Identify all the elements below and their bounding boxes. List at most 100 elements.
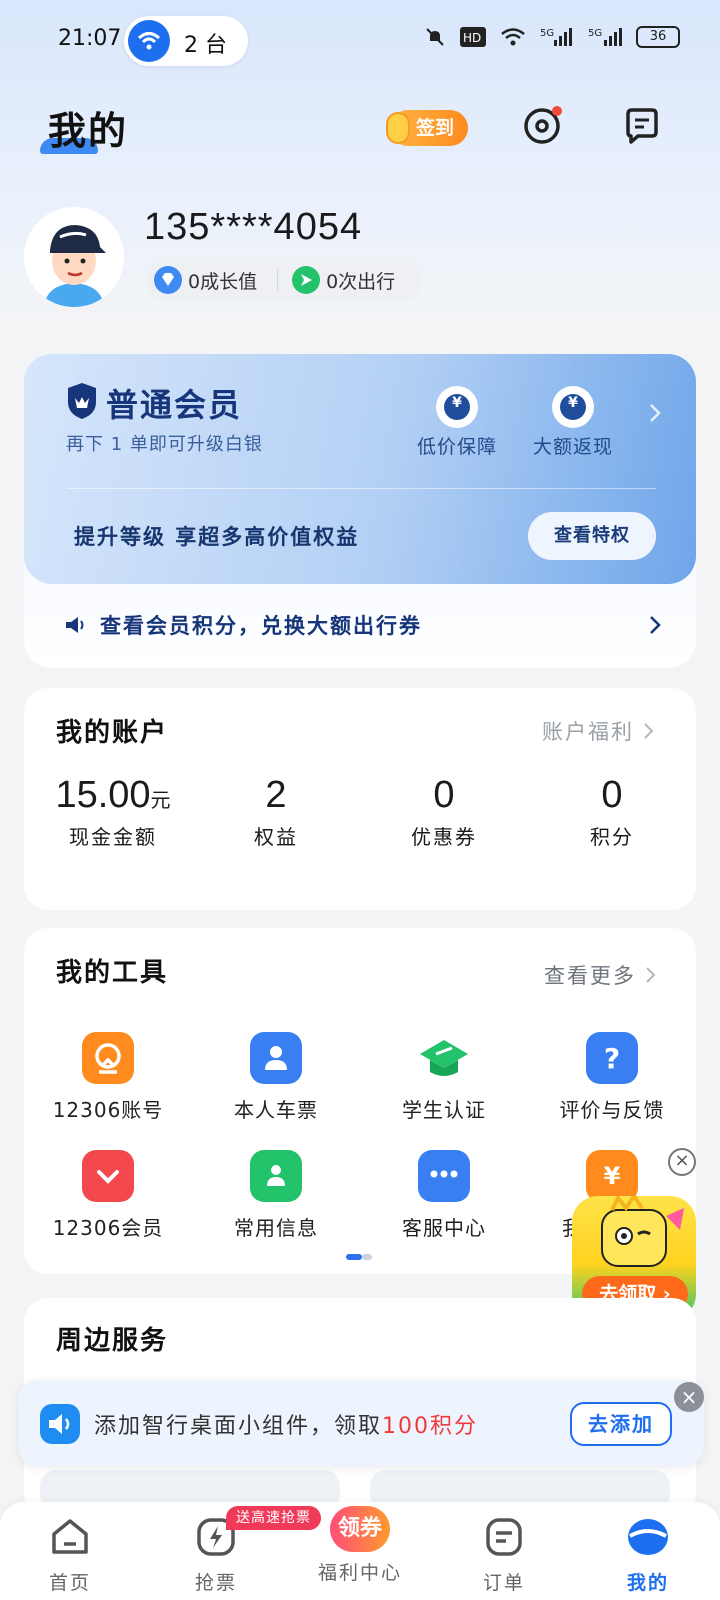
settings-icon[interactable]	[522, 106, 562, 150]
tool-label: 12306会员	[52, 1216, 164, 1240]
railway-logo-icon	[82, 1032, 134, 1084]
coupons-value: 0	[433, 774, 455, 816]
member-level: 普通会员	[106, 386, 243, 424]
rights-count[interactable]: 2 权益	[216, 774, 336, 850]
perk-low-price[interactable]: ¥ 低价保障	[402, 386, 512, 459]
profile-stats[interactable]: 0成长值 0次出行	[146, 258, 422, 302]
cash-value: 15.00	[55, 774, 151, 816]
nearby-title: 周边服务	[56, 1326, 169, 1356]
tool-label: 客服中心	[402, 1216, 486, 1240]
message-icon[interactable]	[622, 106, 662, 150]
member-points-link[interactable]: 查看会员积分，兑换大额出行券	[100, 610, 422, 640]
add-widget-button[interactable]: 去添加	[570, 1402, 672, 1446]
trip-icon	[292, 266, 321, 294]
close-icon[interactable]: ×	[668, 1148, 696, 1176]
tools-more-link[interactable]: 查看更多	[544, 960, 657, 990]
tool-label: 常用信息	[234, 1216, 318, 1240]
rights-value: 2	[265, 774, 287, 816]
perk-cashback[interactable]: ¥ 大额返现	[518, 386, 628, 459]
close-icon[interactable]: ×	[674, 1382, 704, 1412]
tab-orders[interactable]: 订单	[444, 1516, 564, 1595]
coupon-label: 领券	[337, 1516, 382, 1541]
tools-more-label: 查看更多	[544, 964, 636, 988]
member-shield-icon	[64, 382, 100, 424]
tab-label: 订单	[482, 1572, 525, 1594]
status-icons: HD 5G 5G 36	[424, 26, 680, 48]
member-upgrade-hint: 再下 1 单即可升级白银	[66, 434, 263, 455]
connected-devices-pill[interactable]: 2 台	[124, 16, 248, 66]
coupons-count[interactable]: 0 优惠券	[384, 774, 504, 850]
tool-label: 学生认证	[402, 1098, 486, 1122]
coupons-label: 优惠券	[411, 825, 477, 849]
tool-label: 12306账号	[52, 1098, 164, 1122]
tool-label: 评价与反馈	[559, 1098, 665, 1122]
widget-text-main: 添加智行桌面小组件，领取	[94, 1414, 383, 1439]
tool-my-tickets[interactable]: 本人车票	[206, 1032, 346, 1123]
pager-dot-active	[346, 1254, 362, 1260]
speaker-icon	[64, 614, 86, 636]
person-ticket-icon	[250, 1032, 302, 1084]
tab-home[interactable]: 首页	[10, 1516, 130, 1595]
points-value: 0	[601, 774, 623, 816]
cash-unit: 元	[150, 790, 171, 812]
points-count[interactable]: 0 积分	[552, 774, 672, 850]
cash-balance[interactable]: 15.00元 现金金额	[48, 774, 178, 850]
page-title: 我的	[48, 109, 129, 153]
chevron-right-icon	[643, 723, 654, 739]
points-label: 积分	[590, 825, 634, 849]
account-title: 我的账户	[56, 718, 169, 748]
battery-indicator: 36	[636, 26, 680, 48]
graduation-cap-icon	[418, 1032, 470, 1084]
yen-bag-icon: ¥	[586, 1150, 638, 1202]
user-phone: 135****4054	[144, 206, 363, 248]
tab-profile[interactable]: 我的	[588, 1516, 708, 1595]
home-icon	[52, 1519, 88, 1554]
tab-welfare-center[interactable]: 领券 福利中心	[300, 1506, 420, 1585]
tool-contact-info[interactable]: 常用信息	[206, 1150, 346, 1241]
tool-student-verify[interactable]: 学生认证	[374, 1032, 514, 1123]
chevron-right-icon[interactable]	[648, 614, 662, 640]
wifi-icon	[128, 20, 170, 62]
growth-value: 0成长值	[188, 270, 258, 293]
hd-icon: HD	[460, 27, 486, 47]
contact-card-icon	[250, 1150, 302, 1202]
svg-text:HD: HD	[463, 31, 481, 45]
chevron-right-icon	[645, 967, 656, 983]
chat-bubble-icon	[418, 1150, 470, 1202]
tool-12306-member[interactable]: 12306会员	[38, 1150, 178, 1241]
speaker-icon	[40, 1404, 80, 1444]
tab-label: 首页	[48, 1572, 91, 1594]
chevron-right-icon[interactable]	[648, 402, 662, 428]
widget-text-highlight: 100积分	[382, 1414, 479, 1439]
coin-icon	[386, 112, 410, 144]
account-benefits-link[interactable]: 账户福利	[542, 716, 655, 746]
tool-12306-account[interactable]: 12306账号	[38, 1032, 178, 1123]
member-promo-text: 提升等级 享超多高价值权益	[74, 525, 360, 549]
tab-label: 福利中心	[317, 1562, 402, 1584]
yen-shield-icon: ¥	[436, 386, 478, 428]
cash-label: 现金金额	[69, 825, 157, 849]
mute-icon	[426, 28, 444, 46]
status-time: 21:07	[58, 26, 122, 51]
signal-5g-icon: 5G	[588, 28, 622, 46]
profile-icon	[628, 1519, 668, 1555]
wifi-icon	[501, 28, 525, 46]
view-perks-button[interactable]: 查看特权	[528, 512, 656, 560]
perk-label: 大额返现	[532, 436, 613, 458]
tool-label: 本人车票	[234, 1098, 318, 1122]
tab-label: 抢票	[194, 1572, 237, 1594]
stat-divider	[277, 269, 279, 291]
question-icon: ?	[586, 1032, 638, 1084]
rights-label: 权益	[254, 825, 298, 849]
diamond-icon	[154, 266, 182, 294]
svg-text:¥: ¥	[604, 1162, 621, 1190]
tool-customer-service[interactable]: 客服中心	[374, 1150, 514, 1241]
member-divider	[66, 488, 656, 489]
device-count: 2 台	[184, 33, 227, 58]
tools-title: 我的工具	[56, 958, 169, 988]
member-heart-icon	[82, 1150, 134, 1202]
tool-feedback[interactable]: ? 评价与反馈	[542, 1032, 682, 1123]
avatar[interactable]	[24, 207, 124, 307]
coupon-icon: 领券	[330, 1506, 390, 1552]
account-benefits-label: 账户福利	[542, 720, 634, 744]
